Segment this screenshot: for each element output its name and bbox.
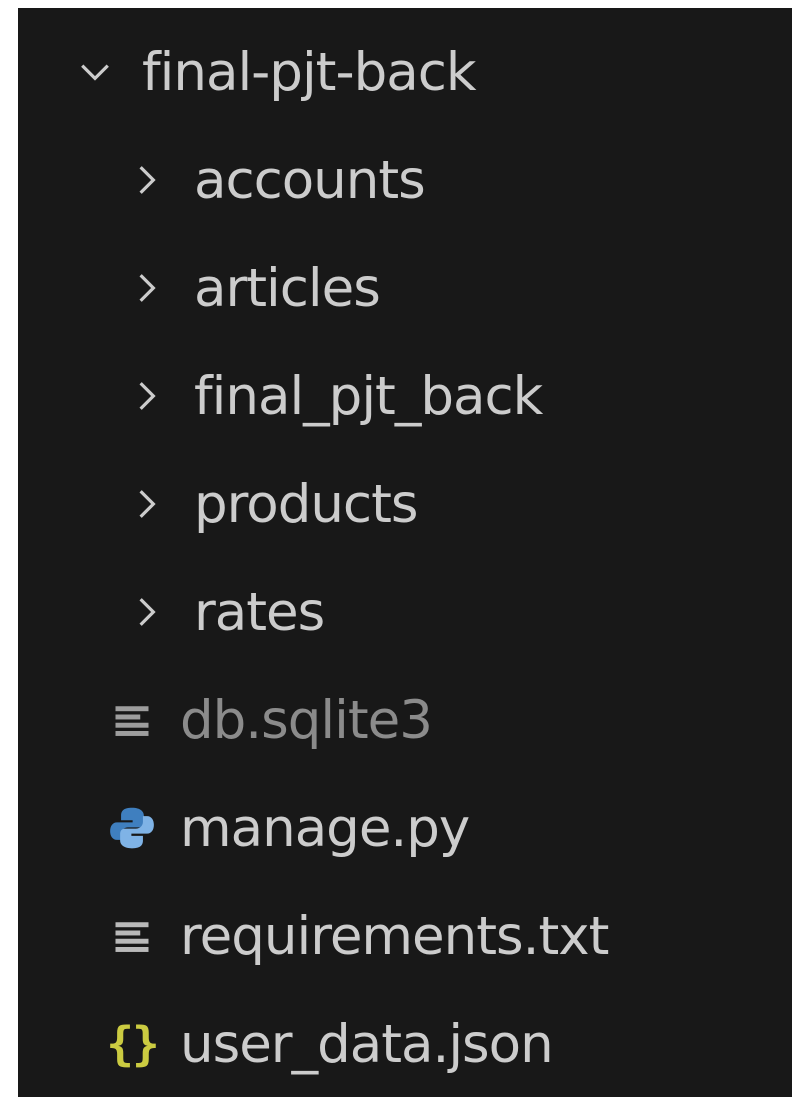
- chevron-right-icon: [118, 475, 176, 533]
- tree-folder-products[interactable]: products: [118, 454, 792, 554]
- tree-file-label: db.sqlite3: [180, 689, 433, 751]
- tree-file-label: manage.py: [180, 797, 470, 859]
- lines-file-icon: [102, 690, 162, 750]
- python-file-icon: [102, 798, 162, 858]
- chevron-down-icon: [66, 43, 124, 101]
- json-braces-icon: {}: [106, 1017, 159, 1071]
- tree-file-label: requirements.txt: [180, 905, 609, 967]
- lines-file-icon: [102, 906, 162, 966]
- chevron-right-icon: [118, 583, 176, 641]
- tree-file-manage-py[interactable]: manage.py: [102, 778, 792, 878]
- tree-folder-label: final_pjt_back: [194, 365, 543, 427]
- tree-folder-label: products: [194, 473, 418, 535]
- tree-file-user-data-json[interactable]: {} user_data.json: [102, 994, 792, 1094]
- chevron-right-icon: [118, 151, 176, 209]
- chevron-right-icon: [118, 367, 176, 425]
- tree-folder-final-pjt-back[interactable]: final_pjt_back: [118, 346, 792, 446]
- tree-folder-articles[interactable]: articles: [118, 238, 792, 338]
- tree-folder-label: articles: [194, 257, 381, 319]
- tree-folder-rates[interactable]: rates: [118, 562, 792, 662]
- tree-folder-accounts[interactable]: accounts: [118, 130, 792, 230]
- tree-root-label: final-pjt-back: [142, 41, 477, 103]
- tree-file-db-sqlite3[interactable]: db.sqlite3: [102, 670, 792, 770]
- tree-folder-label: rates: [194, 581, 325, 643]
- tree-root-folder[interactable]: final-pjt-back: [66, 22, 792, 122]
- file-explorer-tree: final-pjt-back accounts articles final_p…: [18, 8, 792, 1097]
- tree-file-requirements-txt[interactable]: requirements.txt: [102, 886, 792, 986]
- tree-folder-label: accounts: [194, 149, 426, 211]
- tree-file-label: user_data.json: [180, 1013, 554, 1075]
- chevron-right-icon: [118, 259, 176, 317]
